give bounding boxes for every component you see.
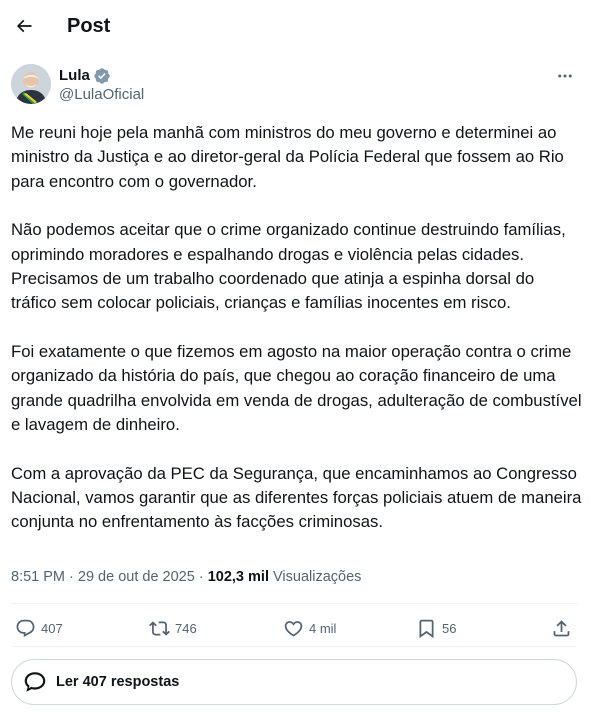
divider (11, 646, 577, 647)
repost-count: 746 (175, 620, 197, 636)
post-meta: 8:51 PM · 29 de out de 2025 · 102,3 mil … (11, 568, 361, 586)
post-text: Me reuni hoje pela manhã com ministros d… (11, 121, 583, 535)
back-button[interactable] (8, 10, 40, 42)
repost-icon (149, 620, 170, 636)
bookmark-count: 56 (442, 620, 457, 636)
post-paragraph: Não podemos aceitar que o crime organiza… (11, 220, 566, 313)
reply-count: 407 (41, 620, 63, 636)
post-paragraph: Com a aprovação da PEC da Segurança, que… (11, 463, 582, 532)
post-header: Post (0, 0, 591, 53)
post-paragraph: Foi exatamente o que fizemos em agosto n… (11, 342, 582, 434)
like-icon (284, 620, 303, 637)
author-handle[interactable]: @LulaOficial (59, 85, 144, 105)
share-icon (553, 619, 570, 636)
action-bar: 407 746 4 mil 56 (11, 613, 581, 643)
meta-separator: · (194, 569, 208, 585)
post-date[interactable]: 29 de out de 2025 (78, 569, 195, 585)
read-replies-button[interactable]: Ler 407 respostas (11, 659, 577, 705)
reply-button[interactable]: 407 (15, 613, 63, 643)
meta-separator: · (65, 569, 78, 585)
views-count: 102,3 mil (207, 569, 269, 585)
verified-badge-icon (94, 68, 110, 84)
more-icon (558, 74, 572, 78)
like-count: 4 mil (309, 620, 337, 636)
more-button[interactable] (553, 66, 577, 86)
share-button[interactable] (551, 613, 572, 643)
post-paragraph: Me reuni hoje pela manhã com ministros d… (11, 123, 564, 191)
avatar[interactable] (11, 64, 51, 104)
back-arrow-icon (16, 19, 32, 33)
reply-icon (16, 619, 35, 637)
divider (11, 603, 577, 604)
chat-bubble-icon (24, 672, 46, 692)
avatar-image (11, 64, 51, 104)
post-time[interactable]: 8:51 PM (11, 569, 65, 585)
bookmark-button[interactable]: 56 (416, 613, 456, 643)
bookmark-icon (419, 619, 434, 638)
like-button[interactable]: 4 mil (283, 613, 336, 643)
page-title: Post (67, 15, 111, 37)
post-author: Lula @LulaOficial (11, 64, 581, 108)
read-replies-label: Ler 407 respostas (56, 674, 180, 690)
author-name[interactable]: Lula (59, 66, 90, 86)
views-label: Visualizações (273, 569, 362, 585)
repost-button[interactable]: 746 (149, 613, 197, 643)
